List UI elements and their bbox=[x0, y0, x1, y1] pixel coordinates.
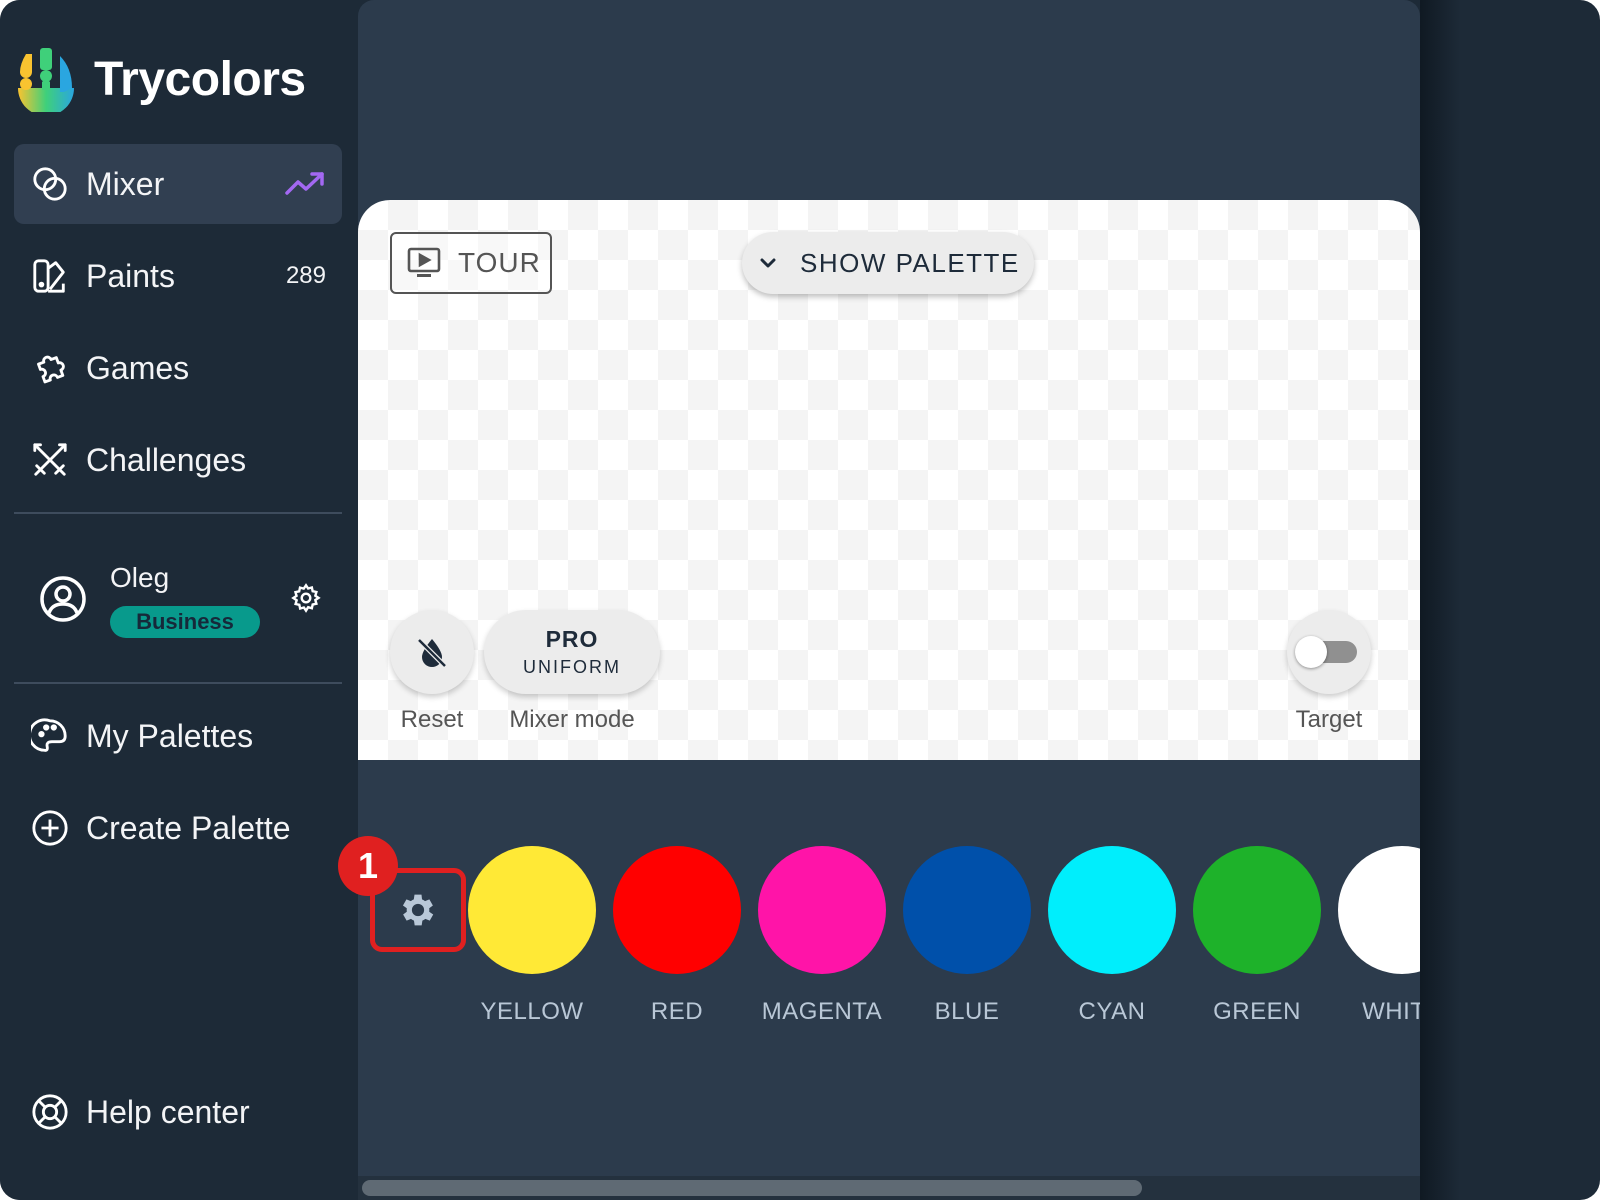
logo[interactable]: Trycolors bbox=[16, 46, 306, 112]
sidebar-divider bbox=[14, 682, 342, 684]
sidebar-item-create-palette[interactable]: Create Palette bbox=[14, 788, 342, 868]
sidebar-item-paints[interactable]: Paints 289 bbox=[14, 236, 342, 316]
puzzle-icon bbox=[30, 348, 70, 388]
mixer-mode-primary: PRO bbox=[545, 626, 599, 652]
panel-shadow bbox=[1420, 0, 1460, 1200]
scrollbar-thumb[interactable] bbox=[362, 1180, 1142, 1196]
reset-button[interactable] bbox=[390, 610, 474, 694]
target-label: Target bbox=[1295, 706, 1363, 733]
user-avatar-icon bbox=[40, 576, 86, 622]
mixer-circles-icon bbox=[30, 164, 70, 204]
trycolors-logo-icon bbox=[18, 48, 74, 112]
sidebar-item-games[interactable]: Games bbox=[14, 328, 342, 408]
sidebar-item-label: Help center bbox=[86, 1093, 250, 1130]
swatch-label: MAGENTA bbox=[761, 998, 883, 1025]
swatch-label: WHITE bbox=[1362, 998, 1420, 1025]
horizontal-scrollbar[interactable] bbox=[358, 1176, 1420, 1200]
app-title: Trycolors bbox=[94, 52, 306, 106]
mixer-mode-button[interactable]: PRO UNIFORM bbox=[484, 610, 660, 694]
tour-label: TOUR bbox=[458, 247, 541, 278]
toggle-knob bbox=[1295, 636, 1327, 668]
sidebar-item-label: Paints bbox=[86, 257, 175, 294]
paint-swatch-icon bbox=[30, 256, 70, 296]
swatch-label: CYAN bbox=[1078, 998, 1146, 1025]
mixer-mode-control: PRO UNIFORM Mixer mode bbox=[484, 610, 660, 734]
swatch-color-dot bbox=[1048, 846, 1176, 974]
swatch-magenta[interactable]: MAGENTA bbox=[758, 846, 886, 1026]
reset-control: Reset bbox=[382, 610, 482, 734]
sidebar-divider bbox=[14, 512, 342, 514]
swatch-green[interactable]: GREEN bbox=[1193, 846, 1321, 1026]
target-control: Target bbox=[1274, 610, 1384, 734]
tour-button[interactable]: TOUR bbox=[390, 232, 552, 294]
user-profile[interactable]: Oleg Business bbox=[14, 540, 342, 660]
swatch-color-dot bbox=[903, 846, 1031, 974]
trending-up-icon bbox=[285, 172, 324, 195]
sidebar-item-label: My Palettes bbox=[86, 717, 254, 754]
show-palette-button[interactable]: SHOW PALETTE bbox=[742, 232, 1034, 294]
user-name: Oleg bbox=[110, 562, 170, 593]
swatch-color-dot bbox=[1193, 846, 1321, 974]
swatch-cyan[interactable]: CYAN bbox=[1048, 846, 1176, 1026]
mixer-mode-label: Mixer mode bbox=[509, 706, 635, 733]
mixer-mode-secondary: UNIFORM bbox=[523, 657, 621, 677]
sidebar-item-help-center[interactable]: Help center bbox=[14, 1072, 342, 1152]
reset-label: Reset bbox=[400, 706, 464, 733]
drop-off-icon bbox=[417, 638, 447, 668]
app-window: Trycolors Mixer Paints 289 Games Challen… bbox=[0, 0, 1600, 1200]
swatch-label: RED bbox=[650, 998, 704, 1025]
swatch-yellow[interactable]: YELLOW bbox=[468, 846, 596, 1026]
sidebar-item-challenges[interactable]: Challenges bbox=[14, 420, 342, 500]
swatch-color-dot bbox=[468, 846, 596, 974]
target-toggle[interactable] bbox=[1287, 610, 1371, 694]
lifebuoy-icon bbox=[30, 1092, 70, 1132]
show-palette-label: SHOW PALETTE bbox=[800, 247, 1020, 278]
plus-circle-icon bbox=[30, 808, 70, 848]
swatch-color-dot bbox=[1338, 846, 1420, 974]
paints-count: 289 bbox=[285, 262, 326, 289]
swatch-white[interactable]: WHITE bbox=[1338, 846, 1420, 1026]
sidebar-item-label: Create Palette bbox=[86, 809, 291, 846]
mixer-canvas[interactable]: TOUR SHOW PALETTE Reset PRO UNIFORM Mixe… bbox=[358, 200, 1420, 760]
gear-icon[interactable] bbox=[290, 582, 322, 614]
sidebar-item-my-palettes[interactable]: My Palettes bbox=[14, 696, 342, 776]
chevron-down-icon bbox=[760, 258, 776, 268]
swatch-strip: YELLOW RED MAGENTA BLUE CYAN GREEN WHITE bbox=[358, 780, 1420, 1060]
swatch-red[interactable]: RED bbox=[613, 846, 741, 1026]
sidebar-item-mixer[interactable]: Mixer bbox=[14, 144, 342, 224]
sidebar-item-label: Challenges bbox=[86, 441, 247, 478]
sidebar-item-label: Games bbox=[86, 349, 190, 386]
swatch-label: GREEN bbox=[1213, 998, 1301, 1025]
swatch-label: YELLOW bbox=[480, 998, 584, 1025]
sidebar-item-label: Mixer bbox=[86, 165, 165, 202]
palette-icon bbox=[30, 716, 70, 756]
plan-badge: Business bbox=[110, 606, 260, 638]
play-screen-icon bbox=[407, 247, 441, 277]
swatch-color-dot bbox=[613, 846, 741, 974]
swatch-color-dot bbox=[758, 846, 886, 974]
sidebar: Trycolors Mixer Paints 289 Games Challen… bbox=[0, 0, 358, 1200]
swatch-label: BLUE bbox=[934, 998, 1000, 1025]
toggle-track bbox=[1295, 636, 1357, 668]
swatch-list: YELLOW RED MAGENTA BLUE CYAN GREEN WHITE bbox=[358, 780, 1420, 1060]
swatch-blue[interactable]: BLUE bbox=[903, 846, 1031, 1026]
crossed-swords-icon bbox=[30, 440, 70, 480]
